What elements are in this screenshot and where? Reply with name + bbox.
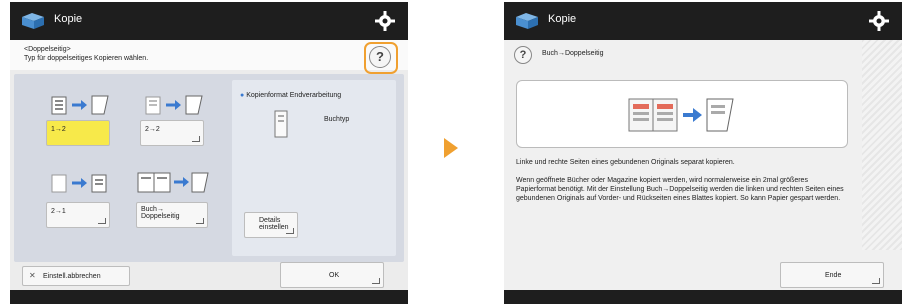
cancel-settings-button[interactable]: ✕ Einstell.abbrechen [22,266,130,286]
book-to-two-sided-icon [137,172,209,193]
app-title: Kopie [54,13,83,25]
gear-icon[interactable] [868,10,890,32]
help-button[interactable]: ? [369,46,391,68]
option-2-to-1-label: 2→1 [51,208,66,215]
help-icon: ? [514,46,532,64]
one-to-two-sided-icon [51,95,109,115]
details-button-label: Details einstellen [259,217,289,231]
gear-icon[interactable] [374,10,396,32]
description-short: Linke und rechte Seiten eines gebundenen… [516,159,735,166]
title-bar: Kopie [504,2,902,40]
left-screen: Kopie <Doppelseitig> Typ für doppelseiti… [10,2,408,304]
option-book-to-2[interactable]: Buch→ Doppelseitig [136,202,208,228]
format-value: Buchtyp [324,116,350,123]
cancel-settings-label: Einstell.abbrechen [43,273,101,280]
bullet-icon: ● [240,92,245,99]
close-icon: ✕ [29,271,36,280]
flow-arrow-icon [444,138,458,158]
end-button-label: Ende [825,272,842,279]
option-2-to-2[interactable]: 2→2 [140,120,204,146]
option-2-to-1[interactable]: 2→1 [46,202,110,228]
header-title: <Doppelseitig> [24,46,71,53]
format-panel: ● Kopienformat Endverarbeitung Buchtyp D… [232,80,396,256]
ok-button[interactable]: OK [280,262,384,288]
help-title: Buch→Doppelseitig [542,50,604,57]
ok-button-label: OK [329,272,340,279]
option-2-to-2-label: 2→2 [145,126,160,133]
app-title: Kopie [548,13,577,25]
book-format-icon [274,110,288,138]
format-title-text: Kopienformat Endverarbeitung [246,92,342,99]
option-book-to-2-label: Buch→ Doppelseitig [141,206,180,220]
title-bar: Kopie [10,2,408,40]
illustration-box [516,80,848,148]
bottom-bar [504,290,902,304]
two-to-two-sided-icon [145,95,203,115]
option-1-to-2[interactable]: 1→2 [46,120,110,146]
bottom-bar [10,290,408,304]
copy-app-icon [22,13,44,29]
copy-app-icon [516,13,538,29]
option-1-to-2-label: 1→2 [51,126,66,133]
header-instruction: Typ für doppelseitiges Kopieren wählen. [24,55,149,62]
header-area: <Doppelseitig> Typ für doppelseitiges Ko… [10,40,408,70]
details-button[interactable]: Details einstellen [244,212,298,238]
two-to-one-sided-icon [51,174,107,193]
description-long: Wenn geöffnete Bücher oder Magazine kopi… [516,177,844,202]
scroll-area[interactable] [862,40,902,250]
book-duplex-illustration-icon [628,98,734,132]
format-title: ● Kopienformat Endverarbeitung [240,92,341,99]
end-button[interactable]: Ende [780,262,884,288]
right-screen: Kopie ? Buch→Doppelseitig Linke und rech… [504,2,902,304]
